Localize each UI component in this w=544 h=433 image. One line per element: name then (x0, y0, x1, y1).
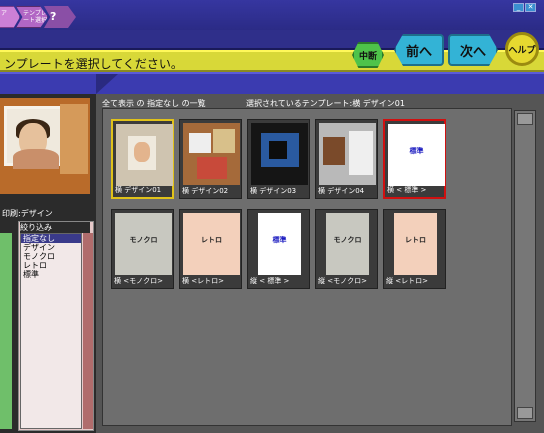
print-design-label: 印刷:デザイン (2, 209, 53, 218)
filter-item-retro[interactable]: レトロ (21, 261, 81, 270)
filter-item-standard[interactable]: 標準 (21, 270, 81, 279)
thumbnail (183, 123, 240, 185)
filter-item-none[interactable]: 指定なし (21, 234, 81, 243)
thumbnail: 標準 (258, 213, 301, 275)
template-card[interactable]: モノクロ 縦 <モノクロ> (315, 209, 378, 289)
filter-item-design[interactable]: デザイン (21, 243, 81, 252)
grid-scrollbar[interactable] (514, 110, 536, 422)
template-card[interactable]: 横 デザイン02 (179, 119, 242, 199)
filter-list[interactable]: 指定なし デザイン モノクロ レトロ 標準 (20, 233, 82, 429)
card-label: 横 <レトロ> (182, 277, 224, 285)
side-bar (0, 233, 12, 429)
scroll-up-arrow-icon[interactable] (517, 113, 533, 125)
template-card[interactable]: 横 デザイン01 (111, 119, 174, 199)
thumbnail (251, 123, 308, 185)
thumbnail: モノクロ (326, 213, 369, 275)
card-label: 縦 <モノクロ> (318, 277, 367, 285)
card-label: 横 デザイン04 (318, 187, 365, 195)
thumbnail (116, 124, 173, 186)
thumbnail: レトロ (394, 213, 437, 275)
preview-photo (4, 106, 64, 169)
card-label: 縦 < 標準 > (250, 277, 290, 285)
template-preview (0, 98, 90, 194)
filter-item-mono[interactable]: モノクロ (21, 252, 81, 261)
template-card[interactable]: 横 デザイン04 (315, 119, 378, 199)
filter-header: 絞り込み (20, 222, 90, 233)
template-grid: 横 デザイン01 横 デザイン02 横 デザイン03 横 デザイン04 標準 横… (102, 108, 512, 426)
scroll-down-arrow-icon[interactable] (517, 407, 533, 419)
template-card[interactable]: 横 デザイン03 (247, 119, 310, 199)
template-card[interactable]: レトロ 縦 <レトロ> (383, 209, 446, 289)
card-label: 縦 <レトロ> (386, 277, 428, 285)
thumbnail (319, 123, 376, 185)
help-button[interactable]: ヘルプ (505, 32, 539, 66)
thumbnail: レトロ (183, 213, 240, 275)
template-card[interactable]: 標準 縦 < 標準 > (247, 209, 310, 289)
template-card[interactable]: 標準 横 < 標準 > (383, 119, 446, 199)
card-label: 横 <モノクロ> (114, 277, 163, 285)
window-buttons: _ ✕ (512, 2, 538, 12)
card-label: 横 デザイン03 (250, 187, 297, 195)
card-label: 横 デザイン01 (115, 186, 162, 194)
instruction-text: ンプレートを選択してください。 (4, 57, 183, 71)
template-card[interactable]: レトロ 横 <レトロ> (179, 209, 242, 289)
prev-button[interactable]: 前へ (394, 34, 444, 66)
filter-scrollbar[interactable] (83, 233, 93, 429)
thumbnail: モノクロ (115, 213, 172, 275)
header-band (0, 72, 544, 94)
cancel-button[interactable]: 中断 (352, 42, 384, 68)
card-label: 横 デザイン02 (182, 187, 229, 195)
next-button[interactable]: 次へ (448, 34, 498, 66)
question-icon[interactable]: ? (50, 10, 56, 23)
minimize-icon[interactable]: _ (513, 3, 524, 12)
thumbnail: 標準 (388, 124, 445, 186)
card-label: 横 < 標準 > (387, 186, 427, 194)
close-icon[interactable]: ✕ (525, 3, 536, 12)
template-card[interactable]: モノクロ 横 <モノクロ> (111, 209, 174, 289)
